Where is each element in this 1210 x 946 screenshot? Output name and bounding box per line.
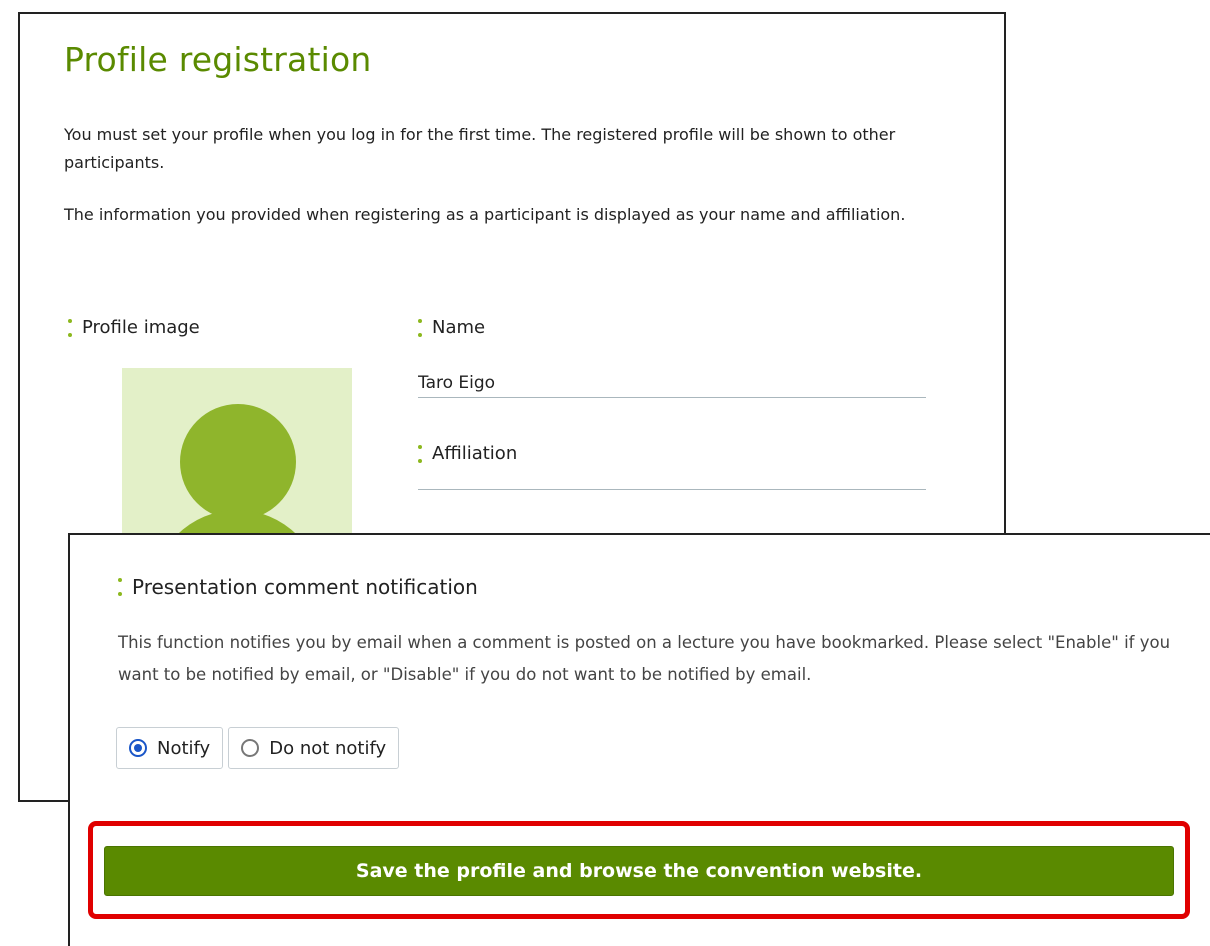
name-label: Name (418, 317, 485, 338)
notification-label: Presentation comment notification (118, 575, 478, 599)
name-field[interactable] (418, 368, 926, 398)
radio-checked-icon (129, 739, 147, 757)
notification-card: Presentation comment notification This f… (68, 533, 1210, 946)
radio-unchecked-icon (241, 739, 260, 757)
intro-text-first-login: You must set your profile when you log i… (64, 125, 896, 172)
save-profile-button[interactable]: Save the profile and browse the conventi… (104, 846, 1174, 896)
name-label-text: Name (432, 317, 486, 338)
notification-description: This function notifies you by email when… (118, 633, 1171, 684)
radio-notify-label: Notify (157, 737, 211, 759)
label-marker-icon (68, 318, 72, 337)
radio-notify[interactable]: Notify (116, 727, 224, 769)
label-marker-icon (418, 318, 422, 337)
radio-do-not-notify[interactable]: Do not notify (228, 727, 400, 769)
radio-do-not-notify-label: Do not notify (269, 737, 387, 759)
page-title: Profile registration (64, 40, 372, 79)
profile-image-label-text: Profile image (82, 317, 200, 338)
label-marker-icon (118, 578, 122, 596)
affiliation-field[interactable] (418, 460, 926, 490)
intro-text-registration-info: The information you provided when regist… (64, 205, 906, 224)
notification-radio-group: Notify Do not notify (116, 727, 400, 769)
profile-image-label: Profile image (68, 317, 200, 338)
notification-label-text: Presentation comment notification (132, 575, 478, 599)
screenshot-canvas: Profile registration You must set your p… (0, 0, 1210, 946)
avatar-head (180, 404, 296, 520)
